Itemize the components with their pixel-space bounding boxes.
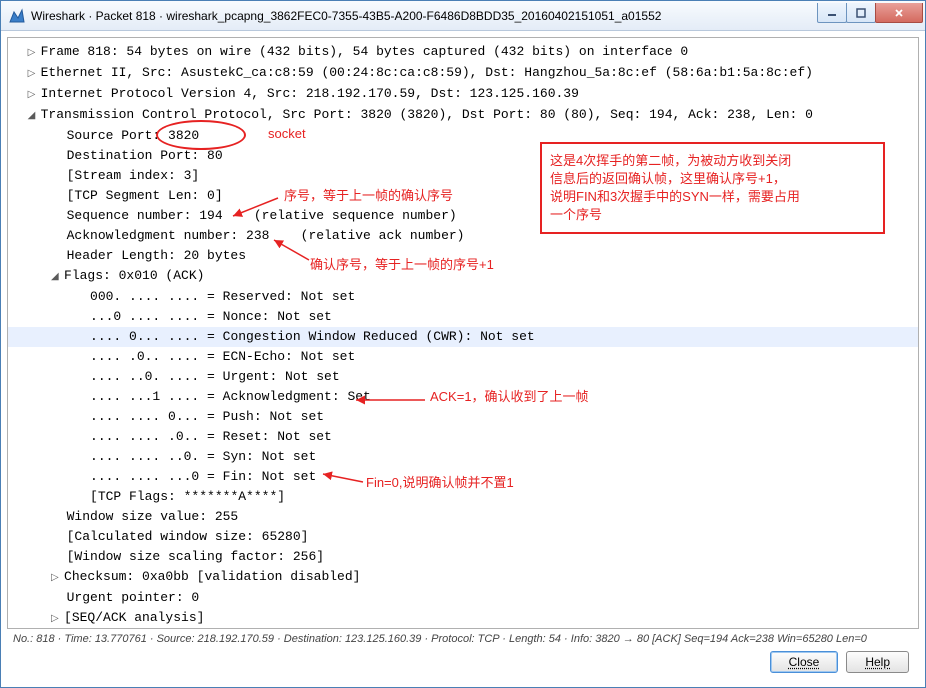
arrow-icon [271, 238, 311, 267]
flag-ecn[interactable]: .... .0.. .... = ECN-Echo: Not set [8, 347, 918, 367]
ip-summary[interactable]: ▷Internet Protocol Version 4, Src: 218.1… [8, 84, 918, 105]
annotation-box-line: 信息后的返回确认帧，这里确认序号+1， [550, 170, 875, 188]
arrow-icon [228, 198, 278, 222]
titlebar[interactable]: Wireshark · Packet 818 · wireshark_pcapn… [1, 1, 925, 31]
expand-toggle-icon[interactable]: ▷ [51, 568, 60, 588]
annotation-fin-note: Fin=0,说明确认帧并不置1 [366, 472, 514, 491]
seq-ack-analysis[interactable]: ▷[SEQ/ACK analysis] [8, 608, 918, 629]
flag-urgent[interactable]: .... ..0. .... = Urgent: Not set [8, 367, 918, 387]
collapse-toggle-icon[interactable]: ◢ [28, 106, 37, 126]
annotation-seq-note: 序号，等于上一帧的确认序号 [284, 185, 453, 204]
content-area: ▷Frame 818: 54 bytes on wire (432 bits),… [1, 31, 925, 687]
expand-toggle-icon[interactable]: ▷ [28, 85, 37, 105]
status-bar: No.: 818 · Time: 13.770761 · Source: 218… [7, 629, 919, 647]
arrow-icon [320, 472, 365, 488]
close-window-button[interactable] [875, 3, 923, 23]
annotation-explanation-box: 这是4次挥手的第二帧，为被动方收到关闭 信息后的返回确认帧，这里确认序号+1， … [540, 142, 885, 234]
arrow-icon [353, 393, 428, 408]
flag-push[interactable]: .... .... 0... = Push: Not set [8, 407, 918, 427]
calc-window-size[interactable]: [Calculated window size: 65280] [8, 527, 918, 547]
flag-cwr[interactable]: .... 0... .... = Congestion Window Reduc… [8, 327, 918, 347]
collapse-toggle-icon[interactable]: ◢ [51, 267, 60, 287]
minimize-button[interactable] [817, 3, 847, 23]
ethernet-summary[interactable]: ▷Ethernet II, Src: AsustekC_ca:c8:59 (00… [8, 63, 918, 84]
flag-nonce[interactable]: ...0 .... .... = Nonce: Not set [8, 307, 918, 327]
annotation-socket: socket [268, 126, 306, 141]
urgent-pointer[interactable]: Urgent pointer: 0 [8, 588, 918, 608]
annotation-box-line: 一个序号 [550, 206, 875, 224]
maximize-button[interactable] [846, 3, 876, 23]
annotation-ack-flag: ACK=1，确认收到了上一帧 [430, 386, 589, 405]
expand-toggle-icon[interactable]: ▷ [28, 43, 37, 63]
flag-reset[interactable]: .... .... .0.. = Reset: Not set [8, 427, 918, 447]
annotation-ellipse-port [156, 120, 246, 150]
help-button[interactable]: Help [846, 651, 909, 673]
annotation-box-line: 这是4次挥手的第二帧，为被动方收到关闭 [550, 152, 875, 170]
flag-reserved[interactable]: 000. .... .... = Reserved: Not set [8, 287, 918, 307]
frame-summary[interactable]: ▷Frame 818: 54 bytes on wire (432 bits),… [8, 42, 918, 63]
window-controls [818, 3, 925, 23]
window-scaling[interactable]: [Window size scaling factor: 256] [8, 547, 918, 567]
tcp-summary[interactable]: ◢Transmission Control Protocol, Src Port… [8, 105, 918, 126]
annotation-box-line: 说明FIN和3次握手中的SYN一样，需要占用 [550, 188, 875, 206]
wireshark-icon [9, 8, 25, 24]
checksum[interactable]: ▷Checksum: 0xa0bb [validation disabled] [8, 567, 918, 588]
annotation-ack-note: 确认序号，等于上一帧的序号+1 [310, 254, 494, 273]
wireshark-packet-window: Wireshark · Packet 818 · wireshark_pcapn… [0, 0, 926, 688]
window-title: Wireshark · Packet 818 · wireshark_pcapn… [31, 9, 818, 23]
flag-syn[interactable]: .... .... ..0. = Syn: Not set [8, 447, 918, 467]
dialog-button-row: Close Help [7, 647, 919, 681]
expand-toggle-icon[interactable]: ▷ [28, 64, 37, 84]
packet-details-tree[interactable]: ▷Frame 818: 54 bytes on wire (432 bits),… [7, 37, 919, 629]
close-button[interactable]: Close [770, 651, 839, 673]
window-size[interactable]: Window size value: 255 [8, 507, 918, 527]
expand-toggle-icon[interactable]: ▷ [51, 609, 60, 629]
